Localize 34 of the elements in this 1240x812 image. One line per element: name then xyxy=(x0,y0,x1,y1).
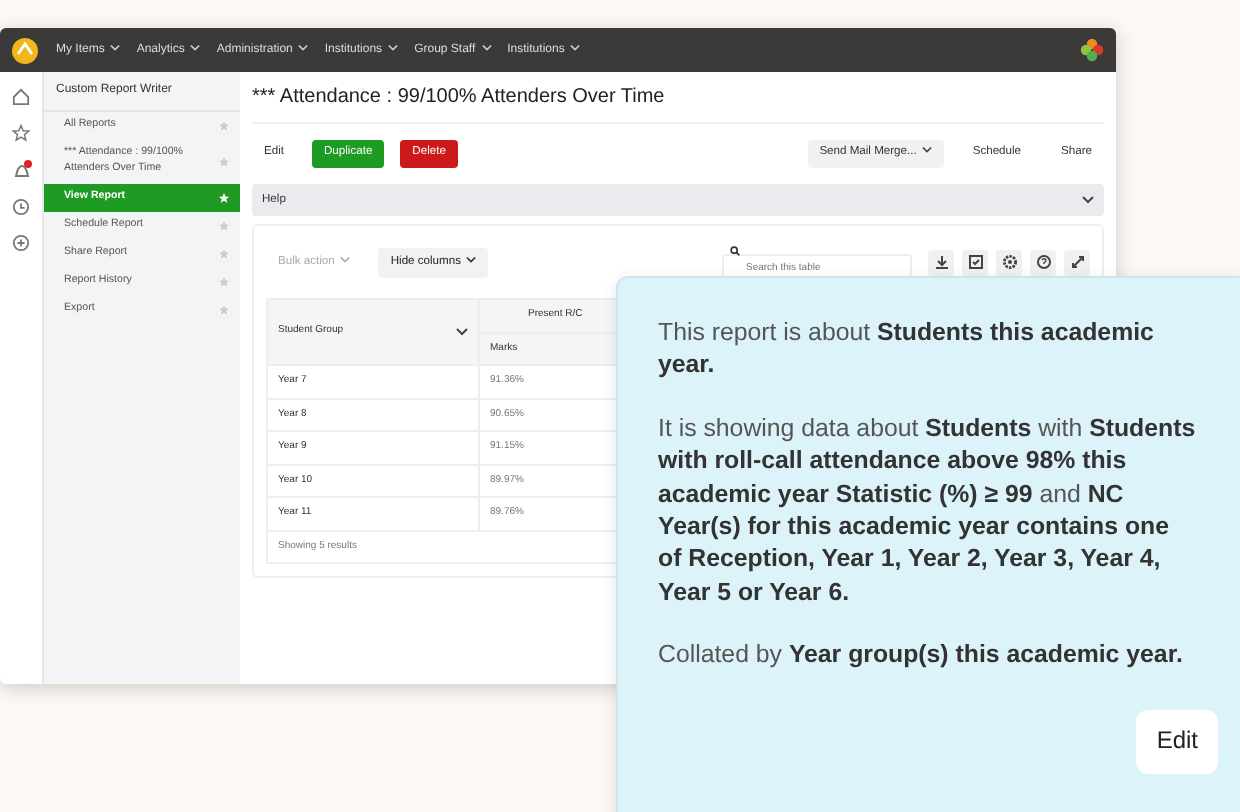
settings-icon[interactable] xyxy=(996,249,1022,276)
logo-icon[interactable] xyxy=(12,37,38,63)
flower-logo-icon xyxy=(1080,38,1104,62)
add-circle-icon[interactable] xyxy=(12,234,30,252)
checklist-icon[interactable] xyxy=(962,249,988,276)
chevron-down-icon xyxy=(570,43,581,52)
chevron-down-icon xyxy=(110,43,121,52)
bell-icon[interactable] xyxy=(11,160,31,180)
chevron-down-icon xyxy=(190,43,201,52)
chevron-down-icon xyxy=(466,256,477,265)
clock-icon[interactable] xyxy=(12,198,30,216)
chevron-down-icon xyxy=(481,43,492,52)
star-icon[interactable] xyxy=(218,303,230,316)
chevron-down-icon xyxy=(456,328,468,337)
star-icon[interactable] xyxy=(218,120,230,132)
edit-button[interactable]: Edit xyxy=(1136,710,1218,774)
help-icon[interactable] xyxy=(1030,249,1056,276)
star-icon[interactable] xyxy=(218,219,230,232)
download-icon[interactable] xyxy=(928,249,954,276)
home-icon[interactable] xyxy=(12,88,30,106)
star-icon[interactable] xyxy=(218,247,230,260)
chevron-down-icon xyxy=(298,43,309,52)
search-icon xyxy=(730,246,740,257)
chevron-down-icon xyxy=(922,146,933,155)
star-icon[interactable] xyxy=(12,124,30,142)
report-title: *** Attendance : 99/100% Attenders Over Time xyxy=(252,82,1104,124)
star-icon[interactable] xyxy=(218,275,230,288)
star-icon[interactable] xyxy=(218,191,230,204)
summary-paragraph: Collated by Year group(s) this academic year. xyxy=(658,638,1185,671)
chevron-down-icon xyxy=(340,256,351,265)
expand-icon[interactable] xyxy=(1064,249,1090,276)
star-icon[interactable] xyxy=(218,155,230,168)
chevron-down-icon xyxy=(388,43,399,52)
chevron-down-icon xyxy=(1082,195,1094,204)
